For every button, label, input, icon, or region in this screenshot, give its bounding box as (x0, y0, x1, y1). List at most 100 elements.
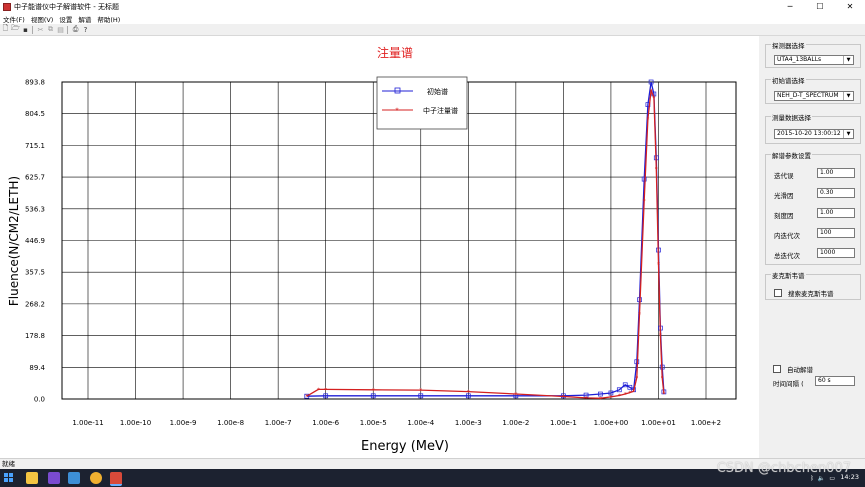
initial-spectrum-select-value: NEH_D-T_SPECTRUM (777, 92, 839, 99)
data-point: * (317, 387, 320, 394)
spectrum-chart: 注量谱 1.00e-11 1.00e-10 1.00e-9 1.00e-8 1.00e-… (7, 45, 737, 454)
measure-data-group: 测量数据选择 2015-10-20 13:00:12 ▼ (765, 112, 861, 144)
windows-start-icon[interactable] (4, 473, 14, 483)
file-explorer-icon[interactable] (26, 472, 38, 484)
maxwell-checkbox-label: 搜索麦克斯韦谱 (788, 290, 834, 298)
param-input-scale[interactable]: 1.00 (817, 208, 855, 218)
param-input-smoothing[interactable]: 0.30 (817, 188, 855, 198)
title-bar: 中子能谱仪中子解谱软件 - 无标题 ─ ☐ ✕ (0, 0, 865, 13)
x-tick-label: 1.00e-3 (455, 419, 482, 427)
data-point: * (419, 388, 422, 395)
data-point: * (655, 166, 658, 173)
minimize-button[interactable]: ─ (775, 0, 805, 13)
x-tick-label: 1.00e-6 (312, 419, 339, 427)
window-title: 中子能谱仪中子解谱软件 - 无标题 (14, 2, 119, 11)
data-point: * (609, 394, 612, 401)
measure-data-select-value: 2015-10-20 13:00:12 (777, 130, 841, 137)
initial-spectrum-group-title: 初始谱选择 (771, 75, 806, 85)
legend-label-fluence: 中子注量谱 (423, 106, 458, 115)
menu-file[interactable]: 文件(F) (0, 14, 28, 24)
interval-label: 时间间隔 ( (773, 380, 804, 388)
detector-select[interactable]: UTA4_13BALLs ▼ (774, 55, 854, 65)
initial-spectrum-select[interactable]: NEH_D-T_SPECTRUM ▼ (774, 91, 854, 101)
data-point: * (661, 375, 664, 382)
data-point: * (599, 396, 602, 403)
data-point: * (635, 375, 638, 382)
copy-icon[interactable]: ⧉ (46, 25, 55, 34)
x-tick-label: 1.00e-2 (502, 419, 529, 427)
y-tick-label: 536.3 (25, 205, 45, 213)
print-icon[interactable]: ⎙ (71, 25, 80, 34)
params-group: 解谱参数设置 迭代误 1.00 光滑因 0.30 刻度因 1.00 内迭代次 1… (765, 150, 861, 265)
data-point: * (514, 392, 517, 399)
y-tick-label: 715.1 (25, 142, 45, 150)
menu-unfold[interactable]: 解谱 (75, 14, 94, 24)
data-point: * (585, 395, 588, 402)
y-tick-label: 357.5 (25, 269, 45, 277)
spectrum-app-taskbar-icon[interactable] (110, 472, 122, 486)
chart-title: 注量谱 (377, 45, 413, 60)
menu-settings[interactable]: 设置 (56, 14, 75, 24)
params-group-title: 解谱参数设置 (771, 150, 812, 160)
x-tick-label: 1.00e-1 (550, 419, 577, 427)
x-tick-label: 1.00e+01 (641, 419, 676, 427)
param-input-inner-iter[interactable]: 100 (817, 228, 855, 238)
data-point: * (467, 389, 470, 396)
cut-icon[interactable]: ✂ (36, 26, 45, 34)
y-tick-label: 268.2 (25, 300, 45, 308)
x-tick-label: 1.00e-9 (170, 419, 197, 427)
x-tick-label: 1.00e-7 (265, 419, 292, 427)
x-tick-label: 1.00e-11 (72, 419, 103, 427)
measure-data-select[interactable]: 2015-10-20 13:00:12 ▼ (774, 129, 854, 139)
save-icon[interactable]: ▪ (21, 26, 30, 34)
maximize-button[interactable]: ☐ (805, 0, 835, 13)
toolbar-separator (67, 25, 68, 34)
maxwell-checkbox[interactable] (774, 289, 782, 297)
chevron-down-icon[interactable]: ▼ (843, 92, 853, 100)
y-tick-label: 446.9 (25, 237, 45, 245)
auto-unfold-checkbox[interactable] (773, 365, 781, 373)
maxwell-checkbox-row[interactable]: 搜索麦克斯韦谱 (774, 288, 834, 298)
chevron-down-icon[interactable]: ▼ (843, 130, 853, 138)
x-tick-label: 1.00e-5 (360, 419, 387, 427)
app-icon-blue[interactable] (68, 472, 80, 484)
maxwell-group-title: 麦克斯韦谱 (771, 270, 806, 280)
x-tick-label: 1.00e+2 (691, 419, 721, 427)
y-tick-label: 178.8 (25, 332, 45, 340)
param-label-total-iter: 总迭代次 (774, 252, 800, 260)
auto-unfold-row[interactable]: 自动解谱 (773, 364, 813, 374)
new-icon[interactable]: 🗋 (1, 24, 10, 34)
open-icon[interactable]: 🗁 (11, 24, 20, 34)
menu-help[interactable]: 帮助(H) (94, 14, 123, 24)
param-input-iter-error[interactable]: 1.00 (817, 168, 855, 178)
initial-spectrum-group: 初始谱选择 NEH_D-T_SPECTRUM ▼ (765, 75, 861, 104)
visual-studio-icon[interactable] (48, 472, 60, 484)
toolbar: 🗋 🗁 ▪ ✂ ⧉ ▤ ⎙ ? (0, 24, 865, 36)
data-point: * (646, 116, 649, 123)
menu-view[interactable]: 视图(V) (28, 14, 57, 24)
data-point: * (562, 394, 565, 401)
legend: 初始谱 * 中子注量谱 (376, 76, 468, 130)
data-point: * (657, 262, 660, 269)
y-tick-label: 893.8 (25, 79, 45, 87)
paste-icon[interactable]: ▤ (56, 26, 65, 34)
param-input-total-iter[interactable]: 1000 (817, 248, 855, 258)
toolbar-separator (32, 25, 33, 34)
browser-icon[interactable] (90, 472, 102, 484)
detector-select-value: UTA4_13BALLs (777, 56, 822, 63)
chevron-down-icon[interactable]: ▼ (843, 56, 853, 64)
menu-bar: 文件(F) 视图(V) 设置 解谱 帮助(H) (0, 13, 865, 24)
param-label-scale: 刻度因 (774, 212, 794, 220)
legend-box (376, 76, 468, 130)
data-point: * (324, 387, 327, 394)
interval-input[interactable]: 60 s (815, 376, 855, 386)
watermark: CSDN @chbchen007 (716, 461, 851, 476)
series-line-1 (306, 90, 665, 399)
help-icon[interactable]: ? (81, 26, 90, 34)
data-point: * (643, 198, 646, 205)
y-tick-label: 804.5 (25, 110, 45, 118)
close-button[interactable]: ✕ (835, 0, 865, 13)
legend-label-initial: 初始谱 (427, 87, 448, 96)
y-tick-label: 0.0 (34, 396, 45, 404)
data-point: * (662, 391, 665, 398)
